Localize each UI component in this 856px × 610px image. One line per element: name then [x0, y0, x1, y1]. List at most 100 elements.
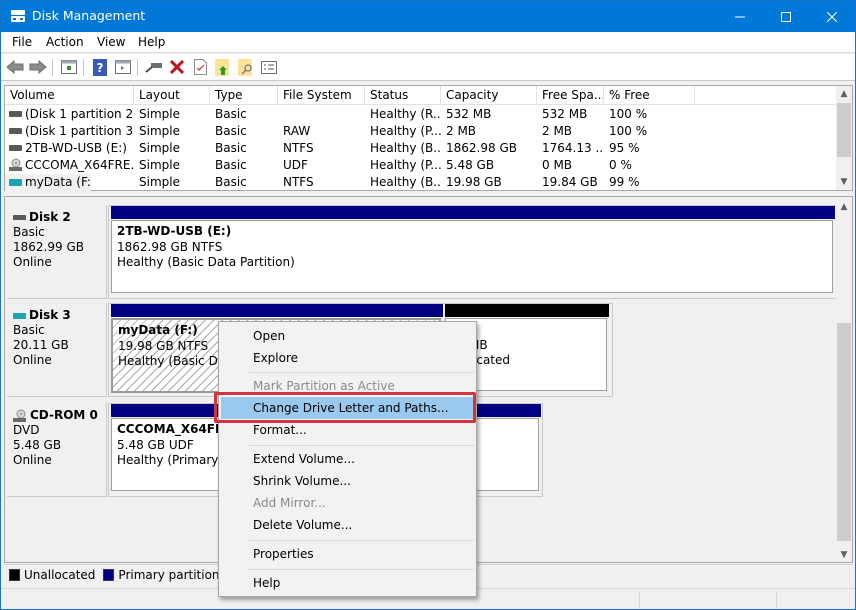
- disk-type: Basic: [13, 225, 45, 239]
- maximize-icon: [781, 11, 791, 22]
- disk-label[interactable]: Disk 2 Basic 1862.99 GB Online: [7, 205, 107, 299]
- cell-volume: (Disk 1 partition 2): [25, 107, 134, 121]
- toolbar-separator: [137, 59, 138, 76]
- cell-volume: CCCOMA_X64FRE...: [25, 158, 134, 172]
- menu-item-shrink-volume[interactable]: Shrink Volume...: [221, 470, 474, 492]
- list-view-button[interactable]: [259, 58, 279, 76]
- cell-free-space: 19.84 GB: [542, 175, 598, 189]
- delete-button[interactable]: [167, 58, 187, 76]
- disk-view-scrollbar[interactable]: ▲ ▼: [836, 197, 852, 562]
- column-header-layout[interactable]: Layout: [134, 86, 210, 105]
- console-tree-icon: [61, 60, 77, 74]
- cell-type: Basic: [215, 107, 247, 121]
- cell-volume: 2TB-WD-USB (E:): [25, 141, 127, 155]
- maximize-button[interactable]: [763, 1, 809, 32]
- close-button[interactable]: [809, 1, 855, 32]
- cell-file-system: [278, 106, 365, 123]
- action-pane-button[interactable]: [113, 58, 133, 76]
- drive-icon: [9, 128, 22, 134]
- volume-list-header: Volume Layout Type File System Status Ca…: [5, 86, 837, 105]
- partition-name: 2TB-WD-USB (E:): [117, 224, 232, 238]
- column-header-file-system[interactable]: File System: [278, 86, 365, 105]
- column-header-free-space[interactable]: Free Spa...: [537, 86, 604, 105]
- cell-type: Basic: [215, 158, 247, 172]
- table-row[interactable]: (Disk 1 partition 2) Simple Basic Health…: [5, 106, 837, 123]
- usb-drive-icon: [13, 312, 26, 319]
- column-header-capacity[interactable]: Capacity: [441, 86, 537, 105]
- menu-item-properties[interactable]: Properties: [221, 543, 474, 565]
- close-icon: [827, 11, 837, 22]
- scroll-up-button[interactable]: ▲: [836, 86, 852, 102]
- menu-item-explore[interactable]: Explore: [221, 347, 474, 369]
- disk-state: Online: [13, 255, 52, 269]
- toolbar-separator: [83, 59, 84, 76]
- action-pane-icon: [115, 60, 131, 74]
- column-header-volume[interactable]: Volume: [5, 86, 134, 105]
- forward-button[interactable]: [28, 58, 48, 76]
- properties-button[interactable]: [190, 58, 210, 76]
- menu-view[interactable]: View: [97, 35, 125, 49]
- cell-file-system: RAW: [283, 124, 311, 138]
- disk-label[interactable]: CD-ROM 0 DVD 5.48 GB Online: [7, 403, 107, 497]
- delete-x-icon: [170, 60, 184, 74]
- menu-item-extend-volume[interactable]: Extend Volume...: [221, 448, 474, 470]
- menu-separator: [249, 569, 474, 570]
- disk-name: Disk 3: [29, 308, 71, 322]
- column-header-filler: [695, 86, 837, 105]
- menu-item-open[interactable]: Open: [221, 325, 474, 347]
- console-tree-button[interactable]: [59, 58, 79, 76]
- cell-volume: myData (F:): [25, 175, 91, 189]
- disk-management-icon: [11, 10, 25, 22]
- cell-layout: Simple: [139, 141, 180, 155]
- menu-separator: [249, 445, 474, 446]
- menu-item-delete-volume[interactable]: Delete Volume...: [221, 514, 474, 536]
- primary-partition-swatch: [103, 569, 115, 581]
- primary-partition-bar: [111, 304, 443, 317]
- open-button[interactable]: [213, 58, 233, 76]
- cell-capacity: 532 MB: [446, 107, 492, 121]
- cell-status: Healthy (R...: [370, 107, 441, 121]
- cell-percent-free: 95 %: [609, 141, 640, 155]
- partition-status: Healthy (Basic Data Partition): [117, 255, 295, 269]
- chevron-down-icon: ▼: [840, 550, 848, 560]
- disk-name: CD-ROM 0: [30, 408, 98, 422]
- menu-help[interactable]: Help: [138, 35, 165, 49]
- scroll-down-button[interactable]: ▼: [836, 174, 852, 190]
- drive-icon: [13, 215, 26, 220]
- scrollbar-thumb[interactable]: [837, 103, 851, 157]
- cell-status: Healthy (B...: [370, 175, 441, 189]
- column-header-status[interactable]: Status: [365, 86, 441, 105]
- minimize-button[interactable]: [717, 1, 763, 32]
- menu-action[interactable]: Action: [46, 35, 84, 49]
- scroll-down-button[interactable]: ▼: [836, 547, 852, 562]
- connect-drive-button[interactable]: [144, 58, 164, 76]
- menu-item-help[interactable]: Help: [221, 572, 474, 594]
- svg-text:?: ?: [97, 61, 104, 75]
- table-row[interactable]: (Disk 1 partition 3) Simple Basic RAW He…: [5, 123, 837, 140]
- back-button[interactable]: [5, 58, 25, 76]
- folder-search-icon: [238, 58, 252, 76]
- scrollbar-thumb[interactable]: [837, 323, 851, 541]
- volume-list-scrollbar[interactable]: ▲ ▼: [836, 86, 852, 190]
- explore-button[interactable]: [236, 58, 256, 76]
- menu-file[interactable]: File: [12, 35, 32, 49]
- table-row[interactable]: 2TB-WD-USB (E:) Simple Basic NTFS Health…: [5, 140, 837, 157]
- partition[interactable]: 2TB-WD-USB (E:) 1862.98 GB NTFS Healthy …: [111, 206, 835, 296]
- cell-layout: Simple: [139, 175, 180, 189]
- toolbar: ?: [1, 54, 855, 81]
- scroll-up-button[interactable]: ▲: [836, 199, 852, 215]
- disk-label[interactable]: Disk 3 Basic 20.11 GB Online: [7, 303, 107, 397]
- column-header-percent-free[interactable]: % Free: [604, 86, 695, 105]
- cell-volume: (Disk 1 partition 3): [25, 124, 134, 138]
- arrow-right-icon: [29, 60, 47, 74]
- highlight-callout-box: [214, 392, 476, 423]
- help-button[interactable]: ?: [90, 58, 110, 76]
- menu-bar: File Action View Help: [1, 32, 855, 53]
- cell-status: Healthy (P...: [370, 158, 441, 172]
- connect-drive-icon: [145, 63, 162, 73]
- window-title: Disk Management: [32, 8, 146, 23]
- table-row-selected[interactable]: myData (F:) Simple Basic NTFS Healthy (B…: [5, 174, 837, 191]
- primary-partition-bar: [111, 206, 835, 219]
- table-row[interactable]: CCCOMA_X64FRE... Simple Basic UDF Health…: [5, 157, 837, 174]
- column-header-type[interactable]: Type: [210, 86, 278, 105]
